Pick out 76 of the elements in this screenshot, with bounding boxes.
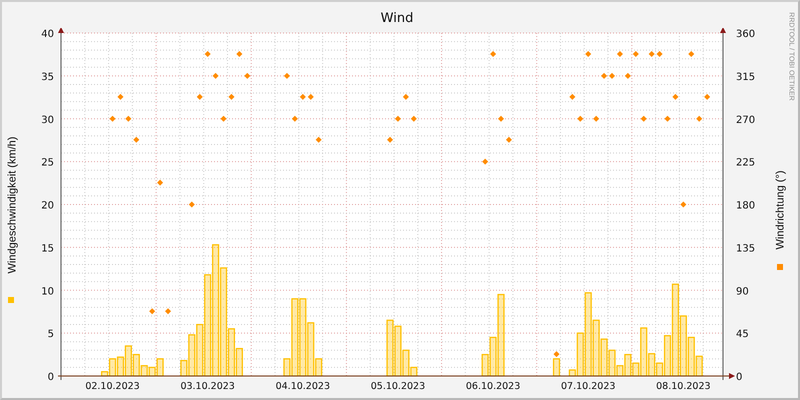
date-label: 08.10.2023	[656, 381, 711, 392]
direction-point	[308, 94, 314, 100]
direction-point	[554, 351, 560, 358]
direction-point	[292, 116, 298, 122]
direction-point	[196, 94, 203, 100]
direction-point	[585, 50, 592, 57]
axis-tick-label: 20	[41, 200, 54, 212]
axis-tick-label: 0	[736, 372, 742, 383]
axis-tick-label: 225	[736, 158, 756, 169]
axis-tick-label: 15	[41, 243, 54, 254]
direction-point	[490, 50, 496, 57]
direction-point	[498, 116, 504, 122]
date-label: 03.10.2023	[180, 381, 235, 392]
direction-point	[640, 116, 647, 122]
direction-point	[624, 72, 631, 79]
y2-axis-label: Windrichtung (°)	[774, 170, 786, 250]
direction-point	[110, 116, 116, 122]
direction-point	[149, 308, 156, 314]
axis-tick-label: 45	[736, 329, 749, 340]
direction-point	[482, 158, 488, 165]
axis-tick-label: 0	[48, 372, 54, 383]
direction-point	[228, 94, 234, 100]
direction-point	[410, 116, 417, 122]
direction-point	[402, 94, 409, 100]
direction-point	[696, 116, 702, 122]
direction-point	[672, 94, 678, 100]
date-label: 04.10.2023	[276, 381, 330, 392]
direction-point	[577, 116, 584, 122]
axis-tick-label: 180	[736, 200, 756, 212]
direction-point	[165, 308, 172, 314]
direction-point	[300, 94, 306, 100]
direction-point	[632, 50, 639, 57]
direction-point	[609, 72, 615, 79]
direction-point	[212, 72, 219, 79]
date-label: 06.10.2023	[466, 381, 520, 392]
direction-point	[648, 50, 655, 57]
axis-tick-label: 40	[41, 29, 54, 40]
direction-point	[506, 136, 512, 143]
direction-point	[601, 72, 608, 79]
direction-point	[220, 116, 227, 122]
direction-point	[704, 94, 710, 100]
axis-tick-label: 135	[736, 243, 756, 254]
axis-tick-label: 35	[41, 72, 54, 83]
axis-tick-label: 30	[41, 114, 54, 126]
direction-point	[593, 116, 600, 122]
axis-tick-label: 10	[41, 286, 54, 298]
direction-point	[133, 136, 140, 143]
direction-point	[157, 180, 164, 186]
date-label: 07.10.2023	[561, 381, 616, 392]
direction-point	[656, 50, 663, 57]
direction-point	[244, 72, 250, 79]
y-axis-label: Windgeschwindigkeit (km/h)	[6, 136, 18, 274]
direction-point	[236, 50, 242, 57]
direction-point	[188, 202, 195, 208]
direction-point	[394, 116, 401, 122]
direction-point	[204, 50, 211, 57]
direction-point	[125, 116, 132, 122]
axis-tick-label: 90	[736, 286, 749, 298]
direction-point	[616, 50, 623, 57]
direction-point	[387, 136, 394, 143]
direction-point	[569, 94, 576, 100]
axis-tick-label: 5	[48, 329, 54, 340]
axis-tick-label: 360	[736, 29, 756, 40]
axis-tick-label: 25	[41, 158, 54, 169]
speed-bar	[552, 358, 560, 377]
date-label: 02.10.2023	[85, 381, 140, 392]
direction-point	[688, 50, 694, 57]
chart-title: Wind	[380, 11, 414, 28]
direction-point	[664, 116, 670, 122]
direction-point	[680, 202, 686, 208]
direction-point	[284, 72, 290, 79]
direction-point	[316, 136, 322, 143]
date-label: 05.10.2023	[370, 381, 426, 392]
axis-tick-label: 270	[736, 114, 756, 126]
direction-point	[117, 94, 124, 100]
axis-tick-label: 315	[736, 72, 756, 83]
